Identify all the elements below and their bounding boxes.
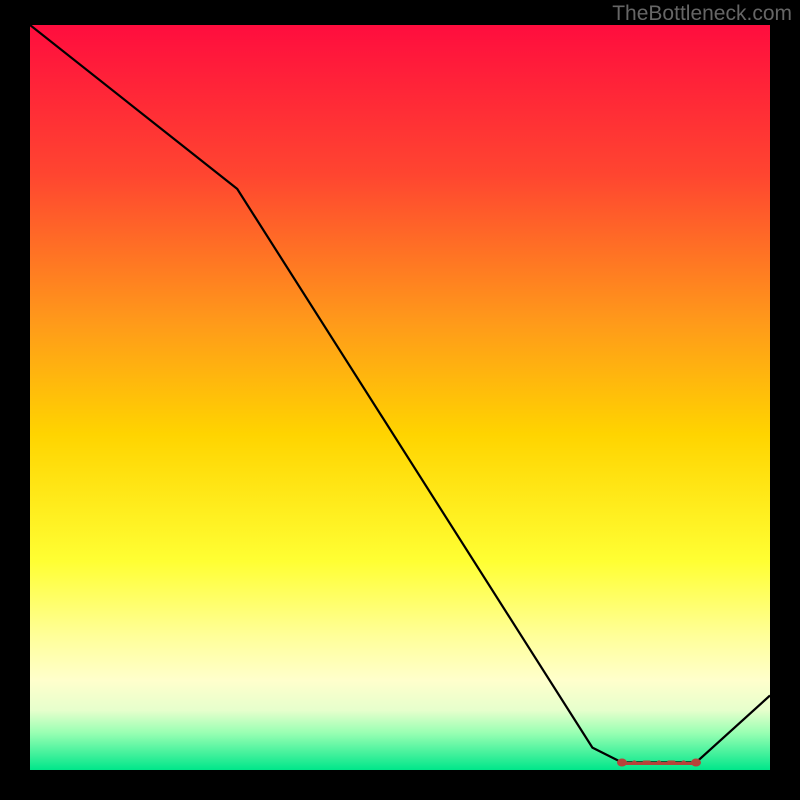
plot-area <box>30 25 770 770</box>
chart-container: TheBottleneck.com <box>0 0 800 800</box>
chart-svg <box>30 25 770 770</box>
watermark-text: TheBottleneck.com <box>612 2 792 26</box>
